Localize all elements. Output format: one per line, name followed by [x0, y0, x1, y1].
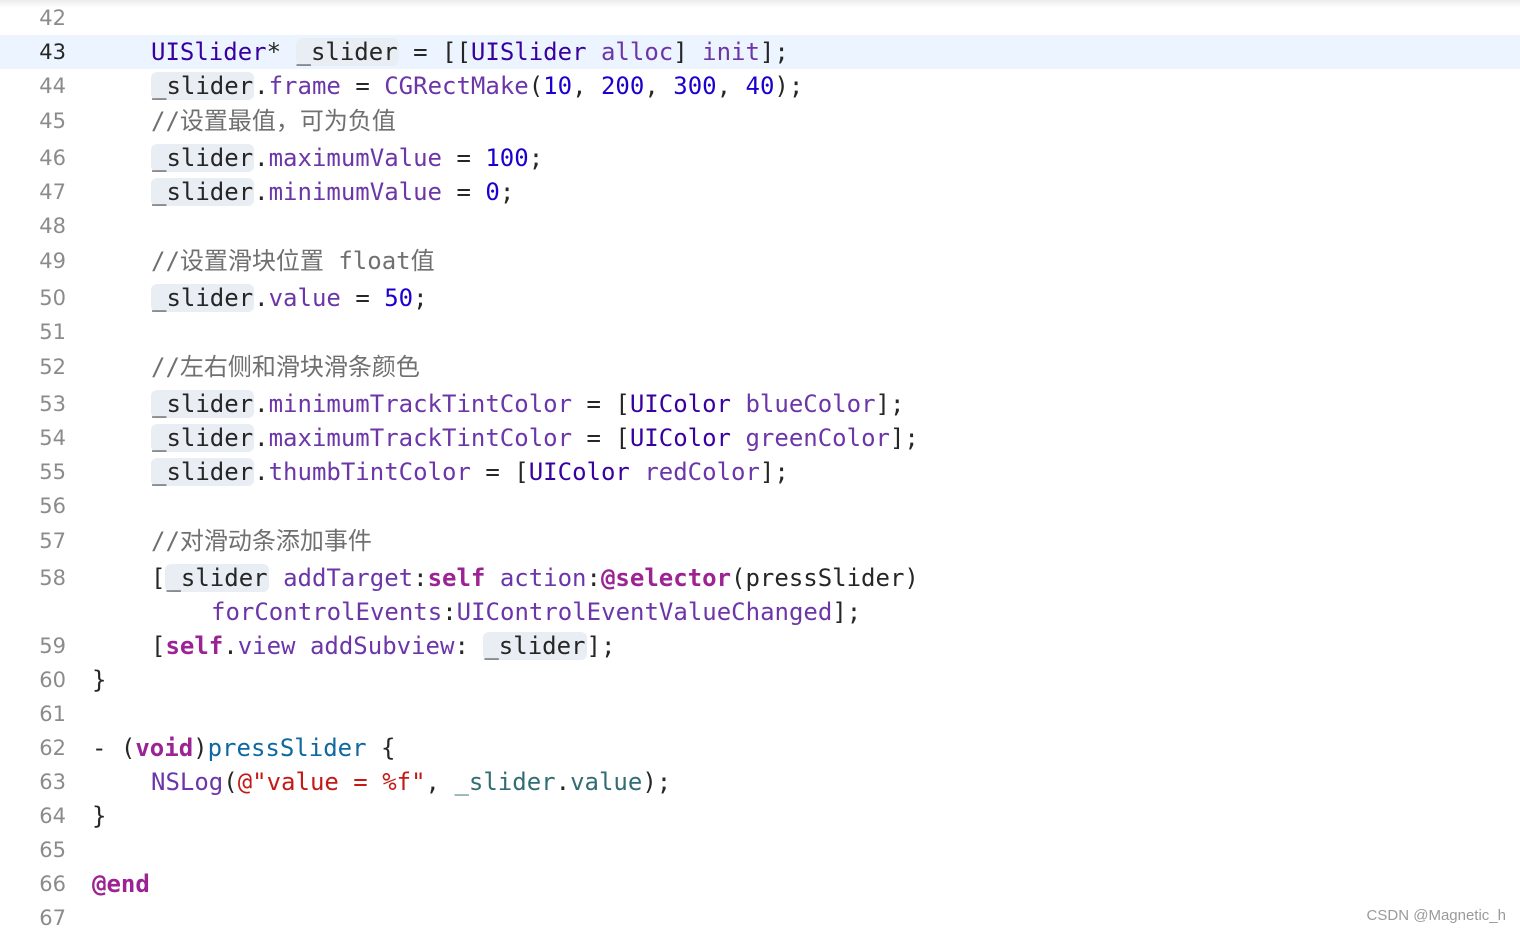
symbol-highlight: _slider: [151, 72, 255, 100]
code-line[interactable]: 42: [0, 1, 1520, 35]
code-text: _slider.maximumTrackTintColor = [UIColor…: [151, 424, 919, 452]
line-number: 61: [39, 702, 66, 726]
line-number: 58: [39, 566, 66, 590]
code-line[interactable]: 46 _slider.maximumValue = 100;: [0, 141, 1520, 175]
symbol-highlight: _slider: [165, 564, 269, 592]
line-number: 67: [39, 906, 66, 930]
code-line[interactable]: 58 [_slider addTarget:self action:@selec…: [0, 561, 1520, 595]
code-line[interactable]: 54 _slider.maximumTrackTintColor = [UICo…: [0, 421, 1520, 455]
code-text: UISlider* _slider = [[UISlider alloc] in…: [151, 38, 789, 66]
watermark: CSDN @Magnetic_h: [1366, 907, 1506, 924]
comment: //设置滑块位置 float值: [151, 247, 435, 275]
line-number: 47: [39, 180, 66, 204]
line-number: 59: [39, 634, 66, 658]
code-line[interactable]: 67: [0, 901, 1520, 935]
code-text: _slider.minimumValue = 0;: [151, 178, 515, 206]
line-number: 44: [39, 74, 66, 98]
code-line[interactable]: 44 _slider.frame = CGRectMake(10, 200, 3…: [0, 69, 1520, 103]
symbol-highlight: _slider: [151, 424, 255, 452]
code-line[interactable]: 47 _slider.minimumValue = 0;: [0, 175, 1520, 209]
code-text: _slider.thumbTintColor = [UIColor redCol…: [151, 458, 789, 486]
comment: //对滑动条添加事件: [151, 527, 372, 555]
code-text: _slider.value = 50;: [151, 284, 428, 312]
code-editor[interactable]: 42 43 UISlider* _slider = [[UISlider all…: [0, 0, 1520, 932]
line-number: 62: [39, 736, 66, 760]
line-number: 53: [39, 392, 66, 416]
code-line-current[interactable]: 43 UISlider* _slider = [[UISlider alloc]…: [0, 35, 1520, 69]
code-line[interactable]: 52 //左右侧和滑块滑条颜色: [0, 350, 1520, 384]
code-line[interactable]: 51: [0, 315, 1520, 349]
line-number: 63: [39, 770, 66, 794]
line-number: 48: [39, 214, 66, 238]
end-keyword: @end: [92, 870, 150, 898]
line-number: 55: [39, 460, 66, 484]
code-text: _slider.frame = CGRectMake(10, 200, 300,…: [151, 72, 804, 100]
symbol-highlight: _slider: [295, 38, 399, 66]
code-line[interactable]: 48: [0, 209, 1520, 243]
symbol-highlight: _slider: [151, 144, 255, 172]
symbol-highlight: _slider: [151, 390, 255, 418]
code-line[interactable]: 55 _slider.thumbTintColor = [UIColor red…: [0, 455, 1520, 489]
line-number: 49: [39, 249, 66, 273]
comment: //左右侧和滑块滑条颜色: [151, 353, 420, 381]
line-number: 51: [39, 320, 66, 344]
code-line-wrapped[interactable]: forControlEvents:UIControlEventValueChan…: [0, 595, 1520, 629]
line-number: 56: [39, 494, 66, 518]
code-line[interactable]: 66 @end: [0, 867, 1520, 901]
line-number: 54: [39, 426, 66, 450]
symbol-highlight: _slider: [151, 284, 255, 312]
symbol-highlight: _slider: [151, 178, 255, 206]
line-number: 46: [39, 146, 66, 170]
code-text: }: [92, 666, 107, 694]
code-text: _slider.minimumTrackTintColor = [UIColor…: [151, 390, 905, 418]
code-line[interactable]: 53 _slider.minimumTrackTintColor = [UICo…: [0, 387, 1520, 421]
code-line[interactable]: 63 NSLog(@"value = %f", _slider.value);: [0, 765, 1520, 799]
code-line[interactable]: 56: [0, 489, 1520, 523]
line-number: 42: [39, 6, 66, 30]
line-number: 43: [39, 40, 66, 64]
line-number: 45: [39, 109, 66, 133]
code-line[interactable]: 62 - (void)pressSlider {: [0, 731, 1520, 765]
code-text: [self.view addSubview: _slider];: [151, 632, 616, 660]
line-number: 57: [39, 529, 66, 553]
code-line[interactable]: 65: [0, 833, 1520, 867]
code-line[interactable]: 49 //设置滑块位置 float值: [0, 244, 1520, 278]
comment: //设置最值，可为负值: [151, 107, 396, 135]
code-line[interactable]: 50 _slider.value = 50;: [0, 281, 1520, 315]
line-number: 65: [39, 838, 66, 862]
line-number: 66: [39, 872, 66, 896]
code-line[interactable]: 61: [0, 697, 1520, 731]
code-text: _slider.maximumValue = 100;: [151, 144, 544, 172]
code-text: }: [92, 802, 107, 830]
code-line[interactable]: 64 }: [0, 799, 1520, 833]
code-line[interactable]: 59 [self.view addSubview: _slider];: [0, 629, 1520, 663]
line-number: 50: [39, 286, 66, 310]
code-line[interactable]: 60 }: [0, 663, 1520, 697]
code-text: - (void)pressSlider {: [92, 734, 396, 762]
symbol-highlight: _slider: [483, 632, 587, 660]
code-text: forControlEvents:UIControlEventValueChan…: [211, 598, 862, 626]
line-number: 60: [39, 668, 66, 692]
symbol-highlight: _slider: [151, 458, 255, 486]
code-text: NSLog(@"value = %f", _slider.value);: [151, 768, 672, 796]
code-line[interactable]: 45 //设置最值，可为负值: [0, 104, 1520, 138]
code-line[interactable]: 57 //对滑动条添加事件: [0, 524, 1520, 558]
code-text: [_slider addTarget:self action:@selector…: [151, 564, 919, 592]
line-number: 64: [39, 804, 66, 828]
line-number: 52: [39, 355, 66, 379]
